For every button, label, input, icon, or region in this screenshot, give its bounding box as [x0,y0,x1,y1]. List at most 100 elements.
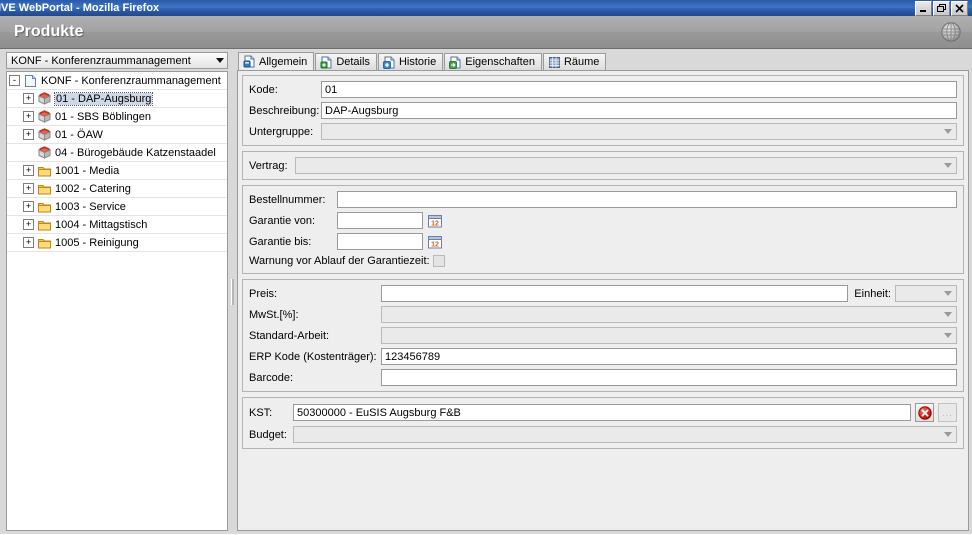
field-garantie-von-label: Garantie von: [249,214,316,227]
expand-toggle-icon[interactable]: + [23,183,34,194]
form-allgemein: Kode: 01 Beschreibung: DAP-Augsburg Unte… [237,70,969,531]
svg-text:12: 12 [431,220,439,227]
tree-item-label: 1002 - Catering [55,182,131,195]
tree-item-label: 01 - SBS Böblingen [55,110,152,123]
restore-button[interactable] [933,0,950,16]
field-mwst: MwSt.[%]: [249,305,957,324]
mwst-select[interactable] [381,306,957,323]
group-vertrag: Vertrag: [242,151,964,180]
minimize-button[interactable] [915,0,932,16]
tree-item-label: 1003 - Service [55,200,126,213]
page-arrow-icon [449,56,462,69]
bestellnummer-input[interactable] [337,191,957,208]
erp-kode-input[interactable]: 123456789 [381,348,957,365]
tree-item[interactable]: - KONF - Konferenzraummanagement [7,72,227,90]
calendar-icon[interactable]: 12 [428,214,442,228]
garantie-bis-input[interactable] [337,233,423,250]
tree-item[interactable]: +1003 - Service [7,198,227,216]
field-garantie-von: Garantie von: 12 [249,211,957,230]
pane-splitter[interactable] [228,52,237,531]
tree-item-label: 01 - DAP-Augsburg [53,91,154,106]
garantie-von-input[interactable] [337,212,423,229]
folder-icon [37,164,52,178]
einheit-select[interactable] [895,285,957,302]
tree-item[interactable]: +01 - DAP-Augsburg [7,90,227,108]
expand-toggle-icon[interactable]: + [23,237,34,248]
field-standard-arbeit: Standard-Arbeit: [249,326,957,345]
tree-item[interactable]: +1005 - Reinigung [7,234,227,252]
page-blue-icon [243,55,256,68]
tab-allgemein[interactable]: Allgemein [238,52,315,70]
tree-item-label: 04 - Bürogebäude Katzenstaadel [55,146,216,159]
tab-label: Details [336,56,370,68]
chevron-down-icon [216,58,224,63]
tree-item[interactable]: +1002 - Catering [7,180,227,198]
window-controls [915,0,970,16]
globe-icon[interactable] [940,21,962,43]
warnung-checkbox[interactable] [432,255,445,267]
field-kode: Kode: 01 [249,80,957,99]
tab-historie[interactable]: Historie [377,53,444,70]
collapse-toggle-icon[interactable]: - [9,75,20,86]
product-tree[interactable]: - KONF - Konferenzraummanagement +01 - DAP… [6,71,228,531]
group-garantie: Bestellnummer: Garantie von: 12 Garantie… [242,185,964,274]
close-button[interactable] [951,0,968,16]
field-kode-label: Kode: [249,83,278,96]
tree-item[interactable]: +01 - SBS Böblingen [7,108,227,126]
tab-eigenschaften[interactable]: Eigenschaften [444,53,542,70]
field-untergruppe: Untergruppe: [249,122,957,141]
field-erp-kode: ERP Kode (Kostenträger): 123456789 [249,347,957,366]
tree-item-label: 1004 - Mittagstisch [55,218,148,231]
group-basisdaten: Kode: 01 Beschreibung: DAP-Augsburg Unte… [242,75,964,146]
kode-input[interactable]: 01 [321,81,957,98]
tree-item-label: 01 - ÖAW [55,128,103,141]
field-erp-kode-label: ERP Kode (Kostenträger): [249,350,377,363]
window-title-bar: IVE WebPortal - Mozilla Firefox [0,0,972,16]
field-garantie-bis-label: Garantie bis: [249,235,312,248]
budget-select[interactable] [293,426,957,443]
page-plus-icon [383,56,396,69]
field-warnung: Warnung vor Ablauf der Garantiezeit: [249,253,957,269]
expand-toggle-icon[interactable]: + [23,111,34,122]
database-icon [548,56,561,69]
folder-icon [37,182,52,196]
expand-toggle-icon[interactable]: + [23,129,34,140]
expand-toggle-icon[interactable]: + [23,201,34,212]
chevron-down-icon [944,333,952,338]
field-garantie-bis: Garantie bis: 12 [249,232,957,251]
expand-toggle-icon[interactable]: + [23,219,34,230]
field-bestellnummer-label: Bestellnummer: [249,193,326,206]
tree-item-label: 1005 - Reinigung [55,236,139,249]
tree-item[interactable]: +1004 - Mittagstisch [7,216,227,234]
field-budget-label: Budget: [249,428,287,441]
folder-icon [37,200,52,214]
window-title: IVE WebPortal - Mozilla Firefox [0,2,160,14]
main-content: KONF - Konferenzraummanagement - KONF - K… [0,49,972,534]
kst-clear-button[interactable] [915,403,934,422]
expand-toggle-icon[interactable]: + [23,93,34,104]
tree-item[interactable]: +01 - ÖAW [7,126,227,144]
field-einheit-label: Einheit: [854,287,891,300]
chevron-down-icon [944,312,952,317]
module-select-value: KONF - Konferenzraummanagement [11,54,191,67]
document-icon [23,74,38,88]
tree-item[interactable]: +1001 - Media [7,162,227,180]
calendar-icon[interactable]: 12 [428,235,442,249]
tab-r-ume[interactable]: Räume [542,53,607,70]
field-bestellnummer: Bestellnummer: [249,190,957,209]
expand-toggle-icon[interactable]: + [23,165,34,176]
vertrag-select[interactable] [295,157,957,174]
untergruppe-select[interactable] [321,123,957,140]
beschreibung-input[interactable]: DAP-Augsburg [321,102,957,119]
barcode-input[interactable] [381,369,957,386]
field-untergruppe-label: Untergruppe: [249,125,314,138]
preis-input[interactable] [381,285,849,302]
tab-label: Historie [398,56,437,68]
kst-input[interactable]: 50300000 - EuSIS Augsburg F&B [293,404,911,421]
kst-browse-button[interactable]: ... [938,403,957,422]
tab-details[interactable]: Details [315,53,377,70]
standard-arbeit-select[interactable] [381,327,957,344]
tree-item[interactable]: 04 - Bürogebäude Katzenstaadel [7,144,227,162]
field-beschreibung: Beschreibung: DAP-Augsburg [249,101,957,120]
module-select[interactable]: KONF - Konferenzraummanagement [6,52,228,69]
